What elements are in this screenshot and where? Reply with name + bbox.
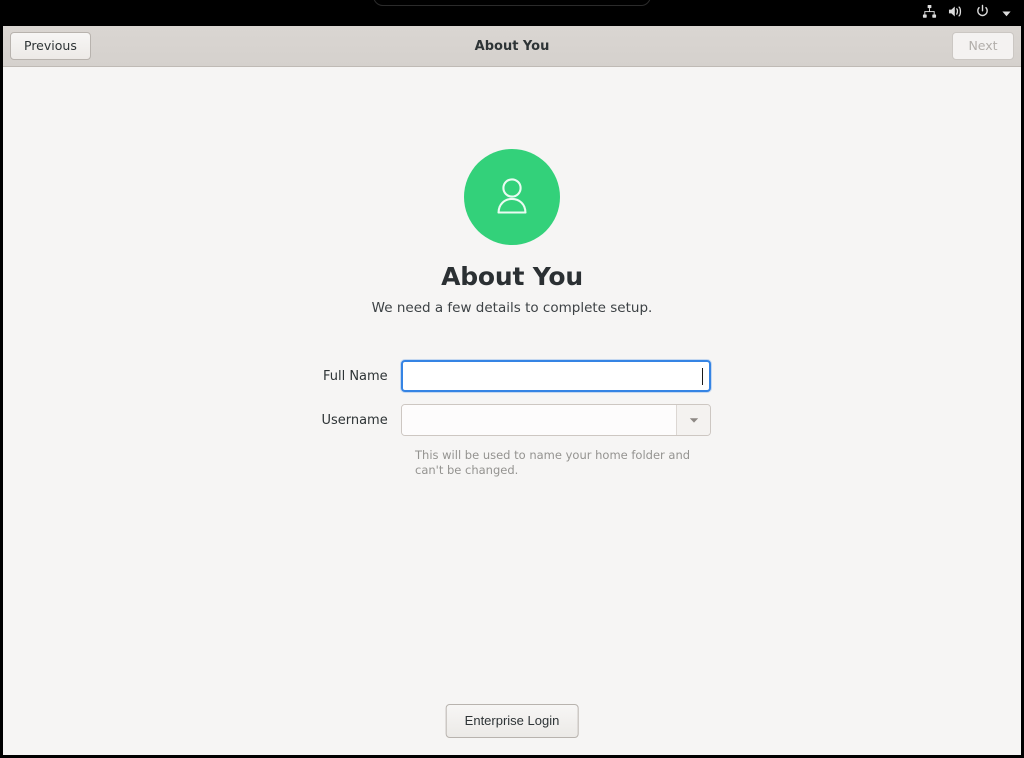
chevron-down-icon[interactable] (1001, 4, 1012, 23)
username-value[interactable] (401, 405, 676, 435)
topbar-overflow-outline (373, 0, 651, 6)
window-title: About You (474, 38, 550, 54)
gnome-initial-setup-window: Previous About You Next About You We nee… (3, 26, 1021, 755)
previous-button[interactable]: Previous (10, 32, 91, 60)
gnome-top-bar (0, 0, 1024, 26)
full-name-input[interactable] (400, 360, 711, 392)
username-label: Username (321, 412, 388, 428)
volume-icon[interactable] (948, 4, 964, 23)
text-caret (702, 367, 703, 385)
about-you-form: Full Name Username This will be used to … (319, 360, 711, 478)
username-input[interactable] (400, 404, 711, 436)
power-icon[interactable] (975, 4, 990, 23)
full-name-row: Full Name (319, 360, 711, 392)
page-title: About You (441, 262, 583, 291)
page-subtitle: We need a few details to complete setup. (371, 300, 653, 316)
username-row: Username (319, 404, 711, 436)
network-wired-icon[interactable] (922, 4, 937, 23)
person-avatar-icon (464, 149, 560, 245)
system-tray[interactable] (922, 4, 1012, 23)
next-button[interactable]: Next (952, 32, 1014, 60)
full-name-label: Full Name (322, 368, 388, 384)
username-dropdown-button[interactable] (676, 405, 710, 435)
page-content: About You We need a few details to compl… (3, 67, 1021, 755)
header-bar: Previous About You Next (3, 26, 1021, 67)
screen: Previous About You Next About You We nee… (0, 0, 1024, 758)
username-helper-text: This will be used to name your home fold… (415, 448, 691, 478)
enterprise-login-button[interactable]: Enterprise Login (445, 704, 579, 738)
